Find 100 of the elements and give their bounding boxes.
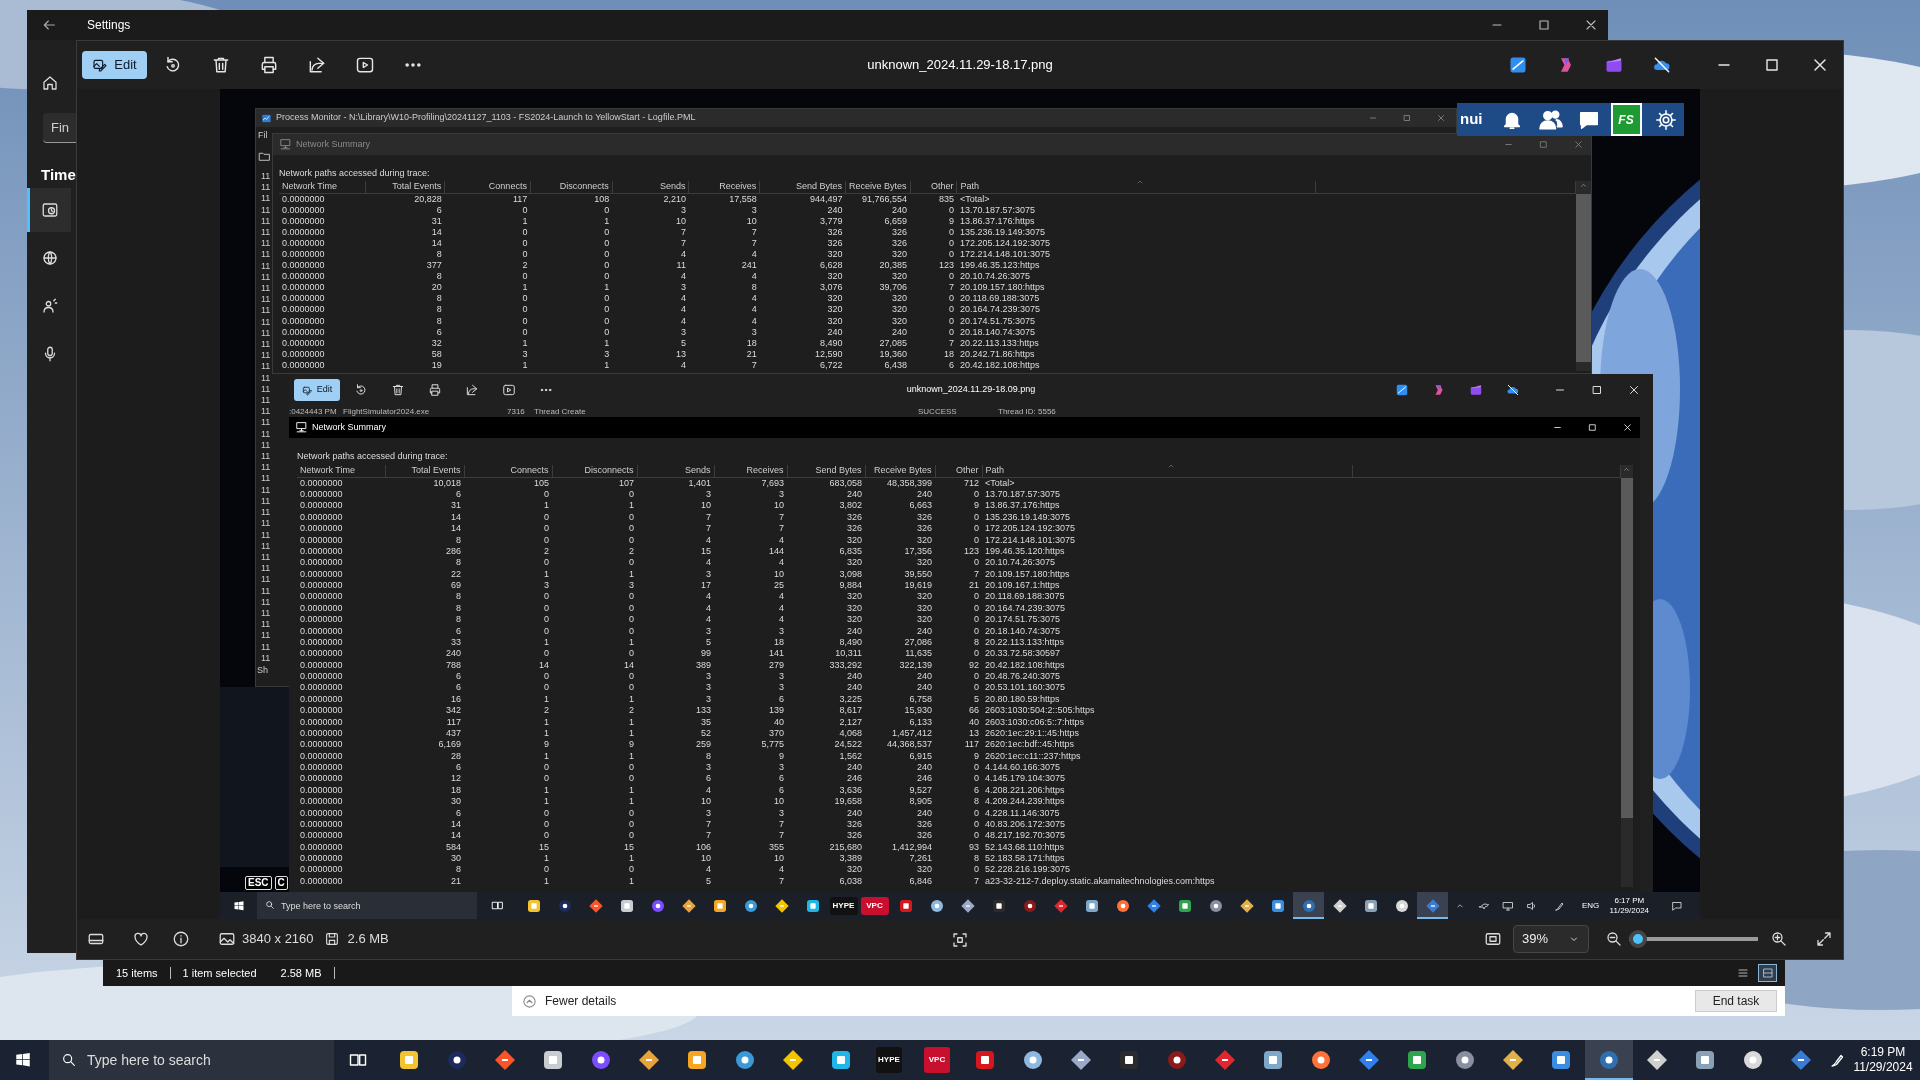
close-icon[interactable] [1627, 383, 1641, 397]
task-view-icon[interactable] [490, 899, 504, 912]
table-cell-text: 240 [845, 670, 863, 682]
delete-icon[interactable] [391, 383, 405, 397]
table-cell-text: 4 [778, 863, 785, 876]
zoom-in-icon[interactable] [1770, 930, 1788, 948]
app-icon[interactable] [1395, 383, 1409, 397]
table-cell-text: 0 [628, 670, 635, 682]
clock-date[interactable]: 11/29/2024 [1853, 1060, 1913, 1075]
app-icon[interactable] [1604, 55, 1624, 75]
scroll-up-icon[interactable] [1579, 181, 1589, 190]
app-tile: VPC [924, 1047, 950, 1073]
app-icon[interactable] [1508, 55, 1528, 75]
column-header[interactable]: Other [910, 181, 957, 193]
info-icon[interactable] [172, 930, 190, 948]
table-cell-text: 0 [628, 590, 635, 603]
home-icon[interactable] [41, 74, 59, 92]
column-header[interactable]: Network Time [279, 181, 366, 193]
cloud-off-icon[interactable] [1506, 383, 1520, 397]
table-cell-text: 320 [891, 315, 909, 327]
edit-button[interactable]: Edit [294, 379, 340, 401]
fit-icon[interactable] [1484, 930, 1502, 948]
clock-date[interactable]: 11/29/2024 [1609, 905, 1650, 916]
heart-icon[interactable] [132, 930, 150, 948]
table-cell: 1,401 [637, 477, 714, 489]
taskbar-app[interactable]: HYPE [865, 1040, 913, 1080]
print-icon[interactable] [428, 383, 442, 397]
zoom-dropdown[interactable]: 39% [1513, 925, 1589, 953]
print-icon[interactable] [259, 55, 279, 75]
maximize-icon[interactable] [1587, 422, 1598, 433]
column-header[interactable]: Disconnects [552, 465, 637, 477]
windows-logo-icon[interactable] [232, 899, 245, 912]
scrollbar[interactable] [1620, 465, 1633, 887]
column-header[interactable]: Send Bytes [787, 465, 865, 477]
taskbar-app[interactable]: VPC [913, 1040, 961, 1080]
search-field[interactable]: Fin [43, 113, 76, 143]
column-header[interactable]: Network Time [297, 465, 385, 477]
column-header[interactable]: Total Events [365, 181, 445, 193]
focus-icon[interactable] [951, 930, 969, 949]
delete-icon[interactable] [211, 55, 231, 75]
menu-item[interactable]: Fil [258, 129, 268, 143]
table-cell-text: 0.0000000 [281, 215, 326, 227]
clock-time[interactable]: 6:17 PM [1614, 895, 1645, 906]
tiles-view-button[interactable] [1758, 964, 1777, 982]
cloud-off-icon[interactable] [1652, 55, 1672, 75]
collapse-icon[interactable] [522, 993, 537, 1009]
slider-thumb[interactable] [1629, 930, 1647, 948]
search-field[interactable]: Type here to search [257, 892, 477, 919]
windows-logo-icon[interactable] [14, 1051, 32, 1069]
column-header[interactable]: Receive Bytes [845, 181, 911, 193]
column-header[interactable]: Connects [464, 465, 552, 477]
table-cell-text: 0 [603, 303, 611, 316]
table-cell-text: 7 [778, 511, 785, 523]
table-cell-text: 92 [968, 659, 980, 671]
scrollbar-thumb[interactable] [1620, 478, 1633, 818]
edit-button[interactable]: Edit [82, 51, 147, 79]
table-cell-text: 13.86.37.176:https [958, 215, 1036, 227]
table-cell-text: 0 [603, 248, 611, 260]
table-cell-text: 320 [891, 248, 909, 260]
close-icon[interactable] [1622, 422, 1633, 433]
share-icon[interactable] [465, 383, 479, 397]
table-cell-text: 1 [603, 215, 611, 227]
rotate-icon[interactable] [354, 383, 368, 397]
column-header[interactable]: Path [956, 181, 1316, 193]
end-task-button[interactable]: End task [1695, 990, 1777, 1012]
network-icon[interactable] [1502, 899, 1514, 912]
column-header[interactable]: Receive Bytes [865, 465, 935, 477]
search-field[interactable]: Type here to search [49, 1040, 334, 1080]
share-icon[interactable] [307, 55, 327, 75]
column-header[interactable]: Disconnects [530, 181, 613, 193]
play-icon[interactable] [355, 55, 375, 75]
column-header[interactable]: Path [982, 465, 1352, 477]
table-cell-text: 15 [623, 841, 635, 853]
play-icon[interactable] [502, 383, 516, 397]
settings-icon[interactable] [1654, 108, 1677, 131]
column-header[interactable]: Connects [444, 181, 531, 193]
maximize-icon[interactable] [1590, 383, 1604, 397]
column-header[interactable]: Send Bytes [759, 181, 846, 193]
column-header[interactable]: Sends [612, 181, 689, 193]
column-header[interactable]: Receives [714, 465, 787, 477]
nav-item[interactable] [27, 188, 71, 232]
column-header[interactable]: Receives [688, 181, 760, 193]
scroll-up-icon[interactable] [1622, 465, 1631, 474]
language-indicator[interactable]: ENG [1582, 899, 1600, 912]
fullscreen-icon[interactable] [1815, 930, 1833, 948]
table-cell-text: 4 [679, 315, 687, 327]
clock-time[interactable]: 6:19 PM [1860, 1045, 1906, 1060]
table-cell-text: 20.22.113.133:https [958, 337, 1040, 349]
notification-icon[interactable] [1671, 899, 1683, 912]
column-header[interactable]: Sends [637, 465, 714, 477]
shop-button[interactable]: FS [1610, 103, 1642, 136]
column-header[interactable]: Total Events [385, 465, 464, 477]
section-title: Time [41, 166, 76, 184]
table-cell-text: 6 [973, 784, 980, 796]
table-cell-text: 0 [947, 270, 955, 282]
zoom-out-icon[interactable] [1605, 930, 1623, 948]
speaker-icon[interactable] [1526, 899, 1538, 912]
details-link[interactable]: Fewer details [545, 992, 617, 1010]
back-icon[interactable] [41, 17, 57, 33]
column-header[interactable]: Other [935, 465, 982, 477]
